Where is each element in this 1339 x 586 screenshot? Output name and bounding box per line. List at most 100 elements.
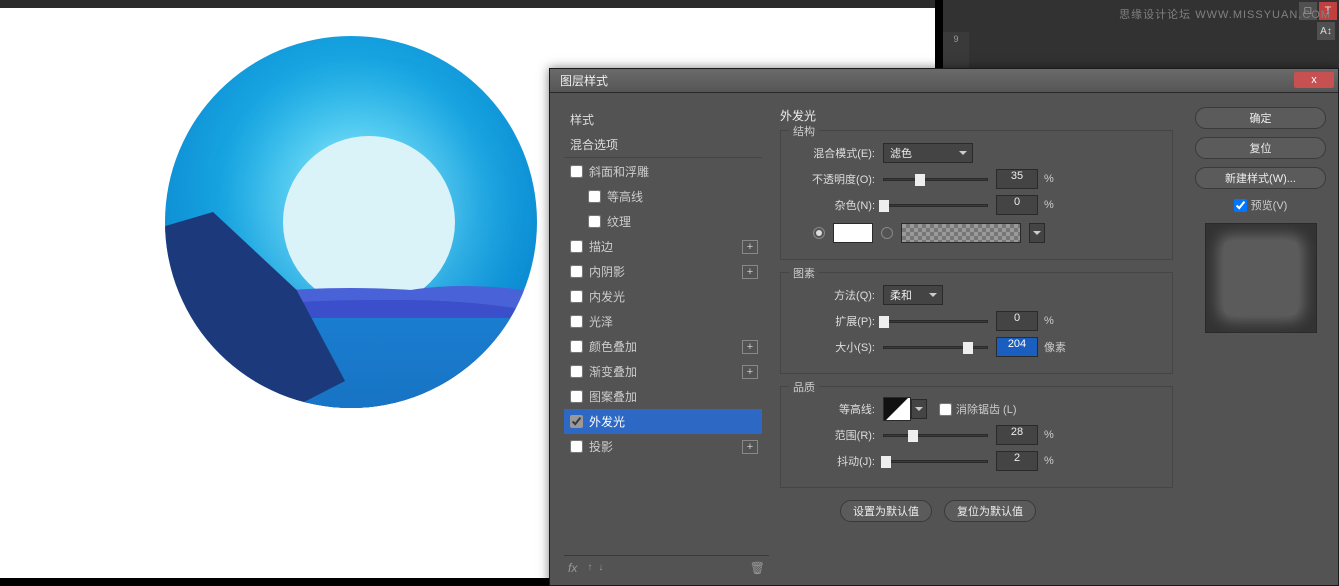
glow-color-swatch[interactable]: [833, 223, 873, 243]
contour-dropdown-icon[interactable]: [911, 399, 927, 419]
contour-label: 等高线:: [793, 401, 883, 417]
spread-input[interactable]: 0: [996, 311, 1038, 331]
preview-label: 预览(V): [1251, 197, 1288, 213]
gradient-dropdown-icon[interactable]: [1029, 223, 1045, 243]
style-item[interactable]: 内阴影 +: [564, 259, 762, 284]
reset-default-button[interactable]: 复位为默认值: [944, 500, 1036, 522]
unit-label: %: [1044, 173, 1054, 185]
style-item-label: 等高线: [607, 188, 643, 205]
layer-style-dialog: 图层样式 x 样式 混合选项 斜面和浮雕等高线纹理描边+ 内阴影 + 内发光光泽颜色叠…: [549, 68, 1339, 586]
blend-mode-dropdown[interactable]: 滤色: [883, 143, 973, 163]
unit-label: %: [1044, 199, 1054, 211]
style-item[interactable]: 外发光: [564, 409, 762, 434]
dialog-title: 图层样式: [560, 72, 608, 89]
style-checkbox[interactable]: [570, 240, 583, 253]
dialog-titlebar[interactable]: 图层样式 x: [550, 69, 1338, 93]
style-item[interactable]: 等高线: [564, 184, 762, 209]
jitter-slider[interactable]: [883, 460, 988, 463]
style-checkbox[interactable]: [570, 440, 583, 453]
add-effect-icon[interactable]: +: [742, 440, 758, 454]
jitter-label: 抖动(J):: [793, 453, 883, 469]
artwork-circle: [165, 36, 537, 408]
unit-label: %: [1044, 315, 1054, 327]
antialias-checkbox[interactable]: 消除锯齿 (L): [939, 401, 1017, 417]
range-slider[interactable]: [883, 434, 988, 437]
blend-mode-label: 混合模式(E):: [793, 145, 883, 161]
range-input[interactable]: 28: [996, 425, 1038, 445]
styles-footer: fx ↑ ↓ 🗑: [564, 555, 769, 579]
preview-checkbox[interactable]: 预览(V): [1195, 197, 1326, 213]
jitter-input[interactable]: 2: [996, 451, 1038, 471]
group-legend: 结构: [789, 123, 819, 139]
style-checkbox[interactable]: [588, 215, 601, 228]
style-item-label: 投影: [589, 438, 613, 455]
size-input[interactable]: 204: [996, 337, 1038, 357]
style-item-label: 外发光: [589, 413, 625, 430]
effect-settings: 外发光 结构 混合模式(E): 滤色 不透明度(O): 35 % 杂色(N): …: [770, 93, 1183, 586]
style-checkbox[interactable]: [570, 415, 583, 428]
moon-shape: [283, 136, 455, 308]
style-item-label: 颜色叠加: [589, 338, 637, 355]
unit-label: %: [1044, 455, 1054, 467]
style-item[interactable]: 颜色叠加 +: [564, 334, 762, 359]
style-checkbox[interactable]: [570, 315, 583, 328]
size-label: 大小(S):: [793, 339, 883, 355]
size-slider[interactable]: [883, 346, 988, 349]
fx-menu-icon[interactable]: fx: [568, 561, 577, 575]
style-item[interactable]: 纹理: [564, 209, 762, 234]
gradient-radio[interactable]: [881, 227, 893, 239]
trash-icon[interactable]: 🗑: [750, 561, 765, 575]
range-label: 范围(R):: [793, 427, 883, 443]
style-checkbox[interactable]: [588, 190, 601, 203]
opacity-slider[interactable]: [883, 178, 988, 181]
glow-gradient-swatch[interactable]: [901, 223, 1021, 243]
align-icon[interactable]: A↕: [1317, 22, 1335, 40]
style-item[interactable]: 渐变叠加 +: [564, 359, 762, 384]
color-radio[interactable]: [813, 227, 825, 239]
style-item[interactable]: 斜面和浮雕: [564, 159, 762, 184]
ok-button[interactable]: 确定: [1195, 107, 1326, 129]
antialias-label: 消除锯齿 (L): [956, 401, 1017, 417]
add-effect-icon[interactable]: +: [742, 265, 758, 279]
spread-label: 扩展(P):: [793, 313, 883, 329]
styles-list: 样式 混合选项 斜面和浮雕等高线纹理描边+ 内阴影 + 内发光光泽颜色叠加 + 渐变叠加 +…: [550, 93, 770, 586]
opacity-input[interactable]: 35: [996, 169, 1038, 189]
style-checkbox[interactable]: [570, 390, 583, 403]
add-effect-icon[interactable]: +: [742, 340, 758, 354]
opacity-label: 不透明度(O):: [793, 171, 883, 187]
style-item[interactable]: 图案叠加: [564, 384, 762, 409]
style-checkbox[interactable]: [570, 265, 583, 278]
style-item[interactable]: 描边+: [564, 234, 762, 259]
group-legend: 品质: [789, 379, 819, 395]
style-item-label: 光泽: [589, 313, 613, 330]
noise-input[interactable]: 0: [996, 195, 1038, 215]
quality-group: 品质 等高线: 消除锯齿 (L) 范围(R): 28 % 抖动(J):: [780, 386, 1173, 488]
add-effect-icon[interactable]: +: [742, 365, 758, 379]
dialog-side-buttons: 确定 复位 新建样式(W)... 预览(V): [1183, 93, 1338, 586]
spread-slider[interactable]: [883, 320, 988, 323]
style-checkbox[interactable]: [570, 340, 583, 353]
style-item[interactable]: 投影 +: [564, 434, 762, 459]
unit-label: 像素: [1044, 339, 1066, 355]
contour-swatch[interactable]: [883, 397, 911, 421]
cancel-button[interactable]: 复位: [1195, 137, 1326, 159]
close-button[interactable]: x: [1294, 72, 1334, 88]
style-checkbox[interactable]: [570, 365, 583, 378]
make-default-button[interactable]: 设置为默认值: [840, 500, 932, 522]
style-item-label: 纹理: [607, 213, 631, 230]
add-effect-icon[interactable]: +: [742, 240, 758, 254]
style-item[interactable]: 光泽: [564, 309, 762, 334]
technique-dropdown[interactable]: 柔和: [883, 285, 943, 305]
style-item[interactable]: 内发光: [564, 284, 762, 309]
style-checkbox[interactable]: [570, 290, 583, 303]
arrow-up-icon[interactable]: ↑: [587, 562, 594, 573]
arrow-down-icon[interactable]: ↓: [598, 562, 605, 573]
style-checkbox[interactable]: [570, 165, 583, 178]
style-item-label: 内阴影: [589, 263, 625, 280]
styles-heading[interactable]: 样式: [564, 107, 762, 132]
new-style-button[interactable]: 新建样式(W)...: [1195, 167, 1326, 189]
style-item-label: 渐变叠加: [589, 363, 637, 380]
noise-slider[interactable]: [883, 204, 988, 207]
preview-thumbnail: [1224, 241, 1298, 315]
blending-options[interactable]: 混合选项: [564, 132, 762, 158]
